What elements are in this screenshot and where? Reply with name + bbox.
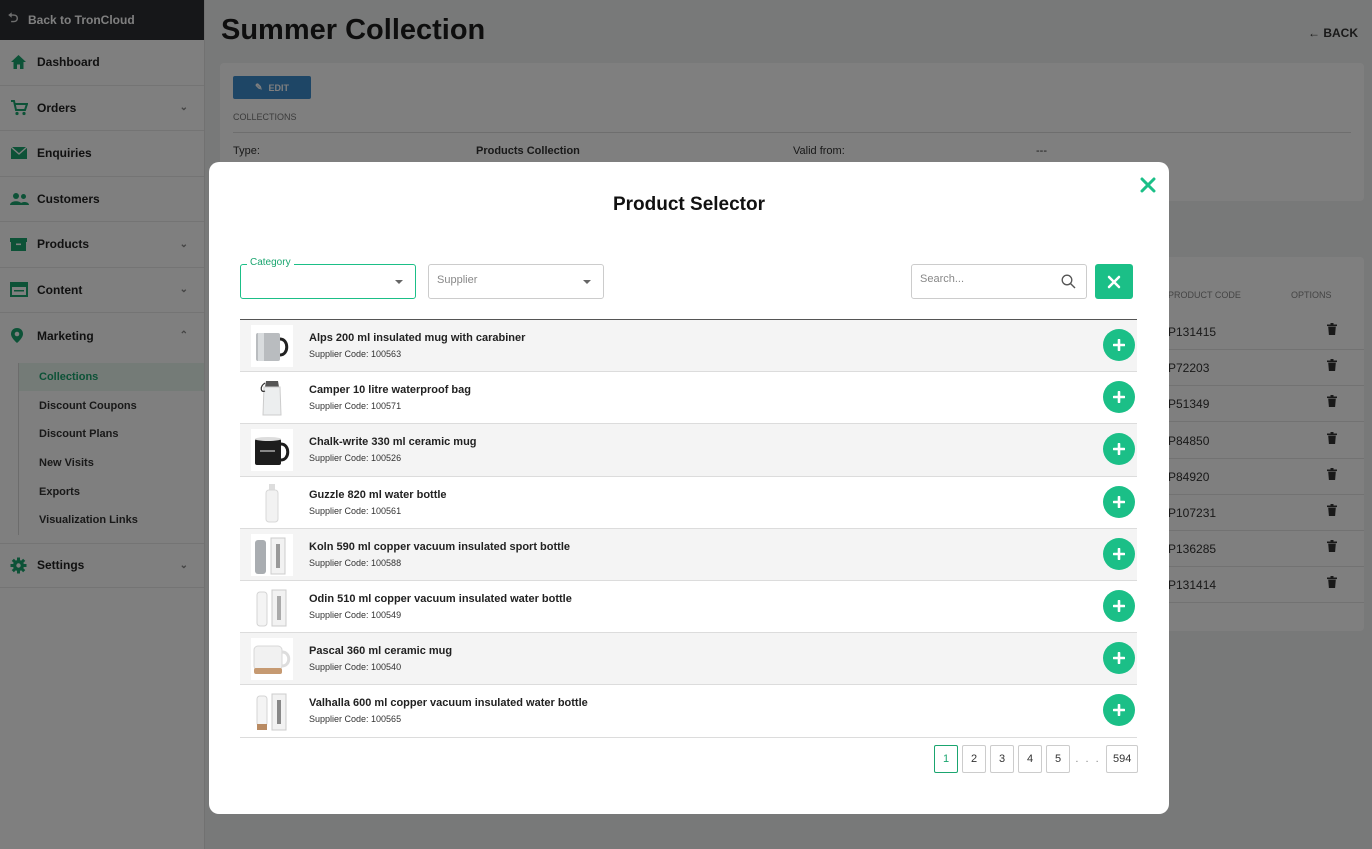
add-product-button[interactable]: [1103, 485, 1135, 518]
product-name: Valhalla 600 ml copper vacuum insulated …: [309, 697, 588, 710]
supplier-code: Supplier Code: 100549: [309, 609, 402, 620]
plus-icon: [1113, 704, 1125, 717]
page-button-3[interactable]: 3: [990, 745, 1014, 773]
plus-icon: [1113, 495, 1125, 508]
plus-icon: [1113, 599, 1125, 612]
product-thumbnail: [251, 533, 293, 576]
product-name: Camper 10 litre waterproof bag: [309, 384, 471, 397]
add-product-button[interactable]: [1103, 537, 1135, 570]
search-input[interactable]: [920, 273, 1060, 285]
page-button-4[interactable]: 4: [1018, 745, 1042, 773]
supplier-select[interactable]: Supplier: [428, 264, 604, 299]
product-thumbnail: [251, 585, 293, 628]
clear-filters-button[interactable]: [1095, 264, 1133, 299]
product-name: Pascal 360 ml ceramic mug: [309, 645, 453, 658]
product-row: Pascal 360 ml ceramic mug Supplier Code: …: [240, 633, 1137, 686]
product-row: Odin 510 ml copper vacuum insulated wate…: [240, 581, 1137, 634]
add-product-button[interactable]: [1103, 433, 1135, 466]
product-name: Guzzle 820 ml water bottle: [309, 488, 447, 501]
add-product-button[interactable]: [1103, 694, 1135, 727]
page-button-2[interactable]: 2: [962, 745, 986, 773]
supplier-code: Supplier Code: 100565: [309, 714, 402, 725]
plus-icon: [1113, 547, 1125, 560]
product-row: Alps 200 ml insulated mug with carabiner…: [240, 320, 1137, 373]
plus-icon: [1113, 443, 1125, 456]
product-thumbnail: [251, 325, 293, 367]
add-product-button[interactable]: [1103, 381, 1135, 414]
supplier-code: Supplier Code: 100526: [309, 453, 402, 464]
product-row: Koln 590 ml copper vacuum insulated spor…: [240, 528, 1137, 581]
product-row: Valhalla 600 ml copper vacuum insulated …: [240, 685, 1137, 738]
close-icon[interactable]: [1138, 175, 1158, 195]
product-row: Guzzle 820 ml water bottle Supplier Code:…: [240, 477, 1137, 529]
dropdown-caret-icon: [583, 280, 591, 284]
category-select[interactable]: Category: [240, 257, 416, 299]
search-box: [911, 264, 1087, 299]
product-thumbnail: [251, 429, 293, 472]
product-name: Koln 590 ml copper vacuum insulated spor…: [309, 540, 570, 553]
supplier-code: Supplier Code: 100571: [309, 401, 402, 412]
page-button-5[interactable]: 5: [1046, 745, 1070, 773]
search-icon[interactable]: [1061, 274, 1076, 294]
add-product-button[interactable]: [1103, 589, 1135, 622]
supplier-code: Supplier Code: 100540: [309, 662, 402, 673]
supplier-code: Supplier Code: 100588: [309, 557, 402, 568]
plus-icon: [1113, 652, 1125, 665]
pagination: 12345 . . . 594: [934, 745, 1139, 773]
add-product-button[interactable]: [1103, 329, 1135, 361]
category-label: Category: [247, 257, 294, 268]
plus-icon: [1113, 339, 1125, 351]
page-button-last[interactable]: 594: [1106, 745, 1139, 773]
product-thumbnail: [251, 690, 293, 733]
product-name: Odin 510 ml copper vacuum insulated wate…: [309, 592, 572, 605]
product-row: Camper 10 litre waterproof bag Supplier C…: [240, 372, 1137, 425]
supplier-code: Supplier Code: 100563: [309, 349, 402, 359]
product-selector-modal: Product Selector Category Supplier Alps …: [209, 162, 1169, 814]
pagination-ellipsis: . . .: [1075, 753, 1101, 765]
dropdown-caret-icon: [395, 280, 403, 284]
product-name: Chalk-write 330 ml ceramic mug: [309, 436, 477, 449]
supplier-code: Supplier Code: 100561: [309, 505, 402, 516]
product-list: Alps 200 ml insulated mug with carabiner…: [240, 319, 1137, 738]
close-icon: [1107, 275, 1121, 288]
product-row: Chalk-write 330 ml ceramic mug Supplier C…: [240, 424, 1137, 477]
product-name: Alps 200 ml insulated mug with carabiner: [309, 332, 526, 344]
product-thumbnail: [251, 481, 293, 524]
supplier-placeholder: Supplier: [437, 274, 478, 286]
plus-icon: [1113, 391, 1125, 404]
add-product-button[interactable]: [1103, 642, 1135, 675]
product-thumbnail: [251, 638, 293, 681]
product-thumbnail: [251, 377, 293, 420]
modal-title: Product Selector: [612, 194, 766, 215]
page-button-1[interactable]: 1: [934, 745, 958, 773]
